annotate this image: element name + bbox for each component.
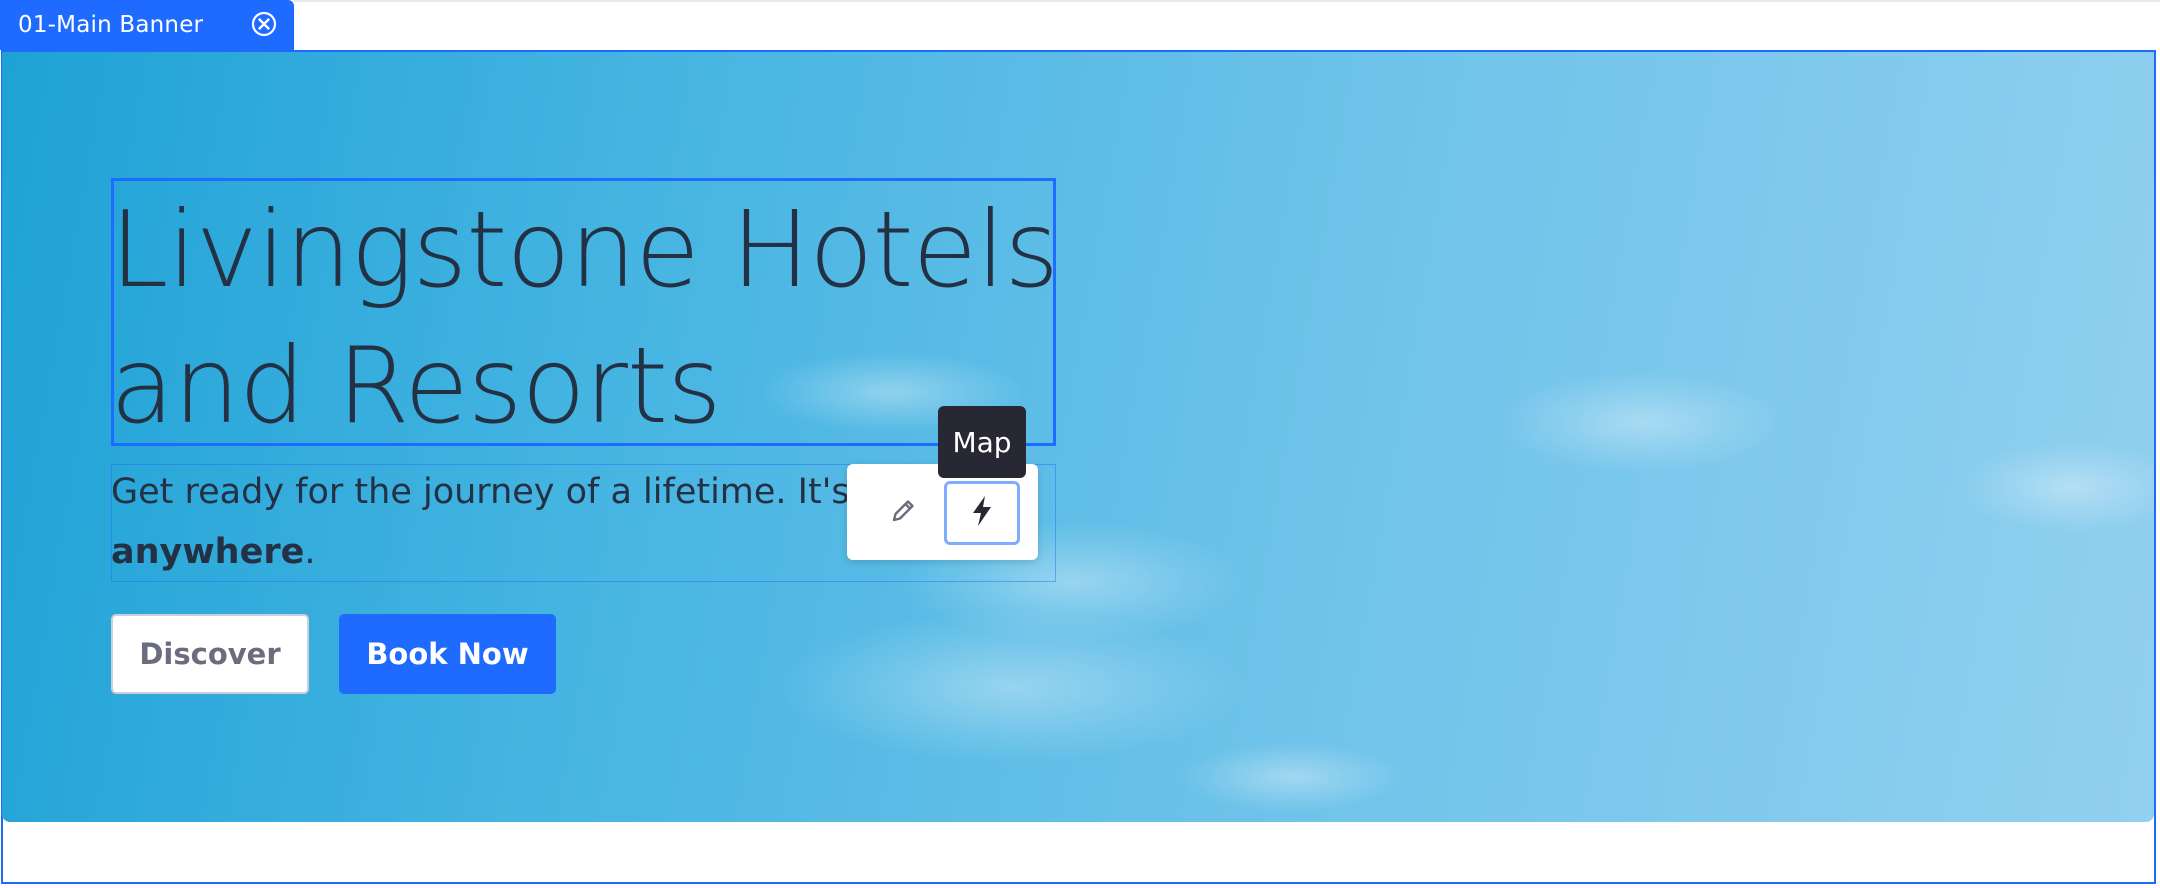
cloud-decoration bbox=[1962, 442, 2154, 532]
top-divider bbox=[294, 0, 2160, 2]
subtitle-text: Get ready for the journey of a lifetime.… bbox=[111, 472, 885, 512]
bolt-icon bbox=[968, 494, 996, 532]
pencil-icon bbox=[886, 494, 920, 532]
cloud-decoration bbox=[1182, 742, 1402, 812]
discover-button[interactable]: Discover bbox=[111, 614, 309, 694]
edit-button[interactable] bbox=[865, 481, 941, 545]
subtitle-emphasis: anywhere bbox=[111, 532, 305, 572]
cloud-decoration bbox=[1502, 372, 1782, 472]
inline-edit-toolbar bbox=[847, 464, 1038, 560]
close-circle-icon[interactable] bbox=[251, 11, 277, 37]
subtitle-period: . bbox=[304, 532, 316, 572]
fragment-name: 01-Main Banner bbox=[18, 12, 204, 38]
banner-title[interactable]: Livingstone Hotels and Resorts bbox=[110, 182, 1070, 454]
page-editor-canvas: 01-Main Banner Livingstone Hotels and Re… bbox=[0, 0, 2160, 888]
map-tooltip: Map bbox=[938, 406, 1026, 478]
cloud-decoration bbox=[782, 612, 1242, 762]
map-button[interactable] bbox=[944, 481, 1020, 545]
book-now-button[interactable]: Book Now bbox=[339, 614, 556, 694]
fragment-tag[interactable]: 01-Main Banner bbox=[0, 0, 294, 50]
